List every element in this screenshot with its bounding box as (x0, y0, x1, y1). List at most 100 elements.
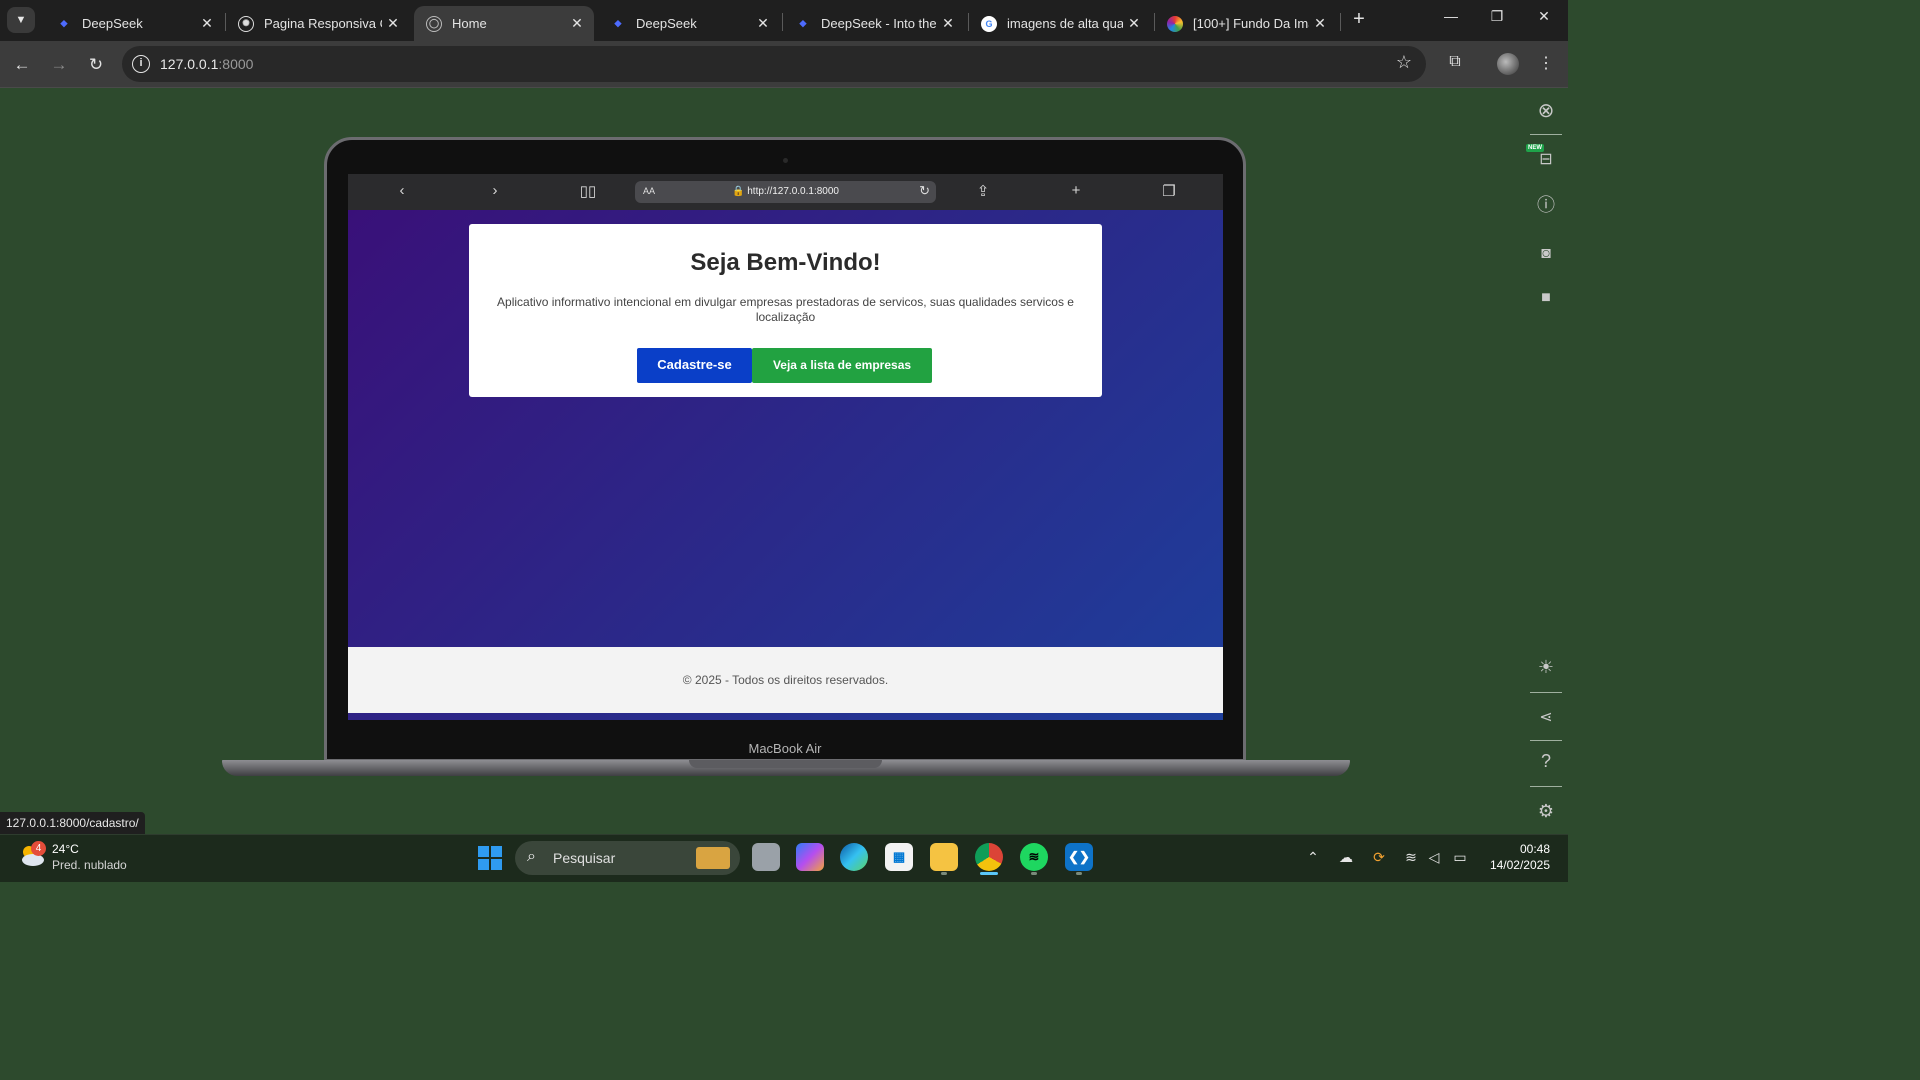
task-view-icon[interactable] (752, 843, 780, 871)
video-camera-icon[interactable]: ■ (1535, 287, 1557, 309)
settings-gear-icon[interactable]: ⚙ (1535, 800, 1557, 822)
windows-start-icon[interactable] (478, 846, 502, 870)
edge-browser-icon[interactable] (840, 843, 868, 871)
laptop-notch (689, 760, 882, 768)
microsoft-store-icon[interactable]: ▦ (885, 843, 913, 871)
safari-share-icon[interactable]: ⇪ (971, 182, 995, 200)
weather-description[interactable]: Pred. nublado (52, 858, 127, 872)
clock-date[interactable]: 14/02/2025 (1480, 858, 1550, 872)
weather-temperature[interactable]: 24°C (52, 842, 79, 856)
tab-deepseek-into[interactable]: ◆ DeepSeek - Into the ✕ (783, 6, 965, 41)
close-tab-icon[interactable]: ✕ (1123, 15, 1145, 32)
address-text: 127.0.0.1:8000 (160, 56, 253, 72)
tab-title: imagens de alta qual (1007, 16, 1123, 31)
chrome-icon[interactable] (975, 843, 1003, 871)
search-highlight-icon (696, 847, 730, 869)
globe-icon: ◯ (426, 15, 442, 32)
share-icon[interactable]: ⋖ (1535, 706, 1557, 728)
tab-home[interactable]: ◯ Home ✕ (414, 6, 594, 41)
running-indicator (941, 872, 947, 875)
spotify-icon[interactable]: ≋ (1020, 843, 1048, 871)
close-tab-icon[interactable]: ✕ (196, 15, 218, 32)
tray-chevron-up-icon[interactable]: ⌃ (1303, 849, 1323, 866)
tab-title: Home (452, 16, 487, 31)
company-list-button[interactable]: Veja a lista de empresas (752, 348, 932, 383)
onedrive-cloud-icon[interactable]: ☁ (1336, 849, 1356, 866)
close-tab-icon[interactable]: ✕ (566, 15, 588, 32)
signup-button[interactable]: Cadastre-se (637, 348, 752, 383)
reload-icon[interactable]: ↻ (84, 53, 108, 77)
deepseek-whale-icon: ◆ (614, 18, 622, 28)
vscode-icon[interactable]: ❮❯ (1065, 843, 1093, 871)
tab-deepseek-2[interactable]: ◆ DeepSeek ✕ (598, 6, 780, 41)
info-circle-icon[interactable]: ⓘ (1535, 193, 1557, 215)
tab-divider (1340, 13, 1341, 31)
tab-search-chevron-icon[interactable]: ▼ (7, 7, 35, 33)
welcome-card: Seja Bem-Vindo! Aplicativo informativo i… (469, 224, 1102, 397)
search-icon: ⌕ (527, 848, 536, 865)
tab-strip: ▼ ◆ DeepSeek ✕ ✺ Pagina Responsiva C ✕ ◯… (0, 0, 1568, 41)
taskbar-search[interactable]: ⌕ Pesquisar (515, 841, 740, 875)
sync-update-icon[interactable]: ⟳ (1369, 849, 1389, 866)
safari-toolbar: ‹ › ▯▯ AA 🔒 http://127.0.0.1:8000 ↻ ⇪ + … (348, 174, 1223, 210)
running-indicator (1076, 872, 1082, 875)
close-tab-icon[interactable]: ✕ (752, 15, 774, 32)
brightness-sun-icon[interactable]: ☀ (1535, 656, 1557, 678)
new-badge: NEW (1526, 144, 1544, 152)
address-bar[interactable]: i 127.0.0.1:8000 ☆ (122, 46, 1426, 82)
laptop-camera (783, 158, 788, 163)
close-tab-icon[interactable]: ✕ (382, 15, 404, 32)
battery-icon[interactable]: ▭ (1450, 849, 1470, 866)
deepseek-whale-icon: ◆ (799, 18, 807, 28)
safari-new-tab-plus-icon[interactable]: + (1064, 182, 1088, 199)
safari-reload-icon[interactable]: ↻ (919, 183, 930, 199)
link-status-url: 127.0.0.1:8000/cadastro/ (0, 812, 145, 834)
tab-fundo-imagem[interactable]: [100+] Fundo Da Ima ✕ (1155, 6, 1337, 41)
tab-title: DeepSeek (636, 16, 697, 31)
site-info-icon[interactable]: i (132, 55, 150, 73)
safari-bookmarks-book-icon[interactable]: ▯▯ (576, 182, 600, 200)
safari-forward-icon[interactable]: › (483, 182, 507, 199)
google-icon: G (981, 15, 997, 32)
help-question-icon[interactable]: ? (1535, 750, 1557, 772)
running-indicator (1031, 872, 1037, 875)
minimize-icon[interactable]: — (1436, 8, 1466, 24)
address-port: :8000 (218, 56, 254, 72)
wifi-icon[interactable]: ≋ (1401, 849, 1421, 866)
more-menu-icon[interactable]: ⋮ (1534, 53, 1558, 73)
chatgpt-icon: ✺ (238, 15, 254, 32)
browser-toolbar: ← → ↻ i 127.0.0.1:8000 ☆ ⧉ ⋮ (0, 41, 1568, 88)
tab-google-imagens[interactable]: G imagens de alta qual ✕ (969, 6, 1151, 41)
site-footer: © 2025 - Todos os direitos reservados. (348, 647, 1223, 713)
extensions-puzzle-icon[interactable]: ⧉ (1443, 53, 1467, 71)
forward-arrow-icon[interactable]: → (47, 53, 71, 77)
close-circle-icon[interactable]: ⊗ (1535, 99, 1557, 122)
safari-address-text: 🔒 http://127.0.0.1:8000 (732, 186, 839, 197)
emulated-screen: ‹ › ▯▯ AA 🔒 http://127.0.0.1:8000 ↻ ⇪ + … (348, 174, 1223, 720)
volume-icon[interactable]: ◁ (1424, 849, 1444, 866)
bookmark-star-icon[interactable]: ☆ (1396, 52, 1412, 73)
clock-time[interactable]: 00:48 (1490, 842, 1550, 856)
active-app-indicator (980, 872, 998, 875)
welcome-description: Aplicativo informativo intencional em di… (497, 295, 1074, 324)
panel-divider (1530, 740, 1562, 741)
file-explorer-icon[interactable] (930, 843, 958, 871)
new-tab-plus-icon[interactable]: + (1347, 8, 1371, 32)
restore-window-icon[interactable]: ❐ (1482, 8, 1512, 25)
copilot-icon[interactable] (796, 843, 824, 871)
panel-divider (1530, 692, 1562, 693)
safari-back-icon[interactable]: ‹ (390, 182, 414, 199)
tab-pagina-responsiva[interactable]: ✺ Pagina Responsiva C ✕ (226, 6, 410, 41)
tab-deepseek-1[interactable]: ◆ DeepSeek ✕ (44, 6, 224, 41)
deepseek-whale-icon: ◆ (60, 18, 68, 28)
close-tab-icon[interactable]: ✕ (937, 15, 959, 32)
safari-tabs-icon[interactable]: ❐ (1157, 182, 1181, 200)
close-tab-icon[interactable]: ✕ (1309, 15, 1331, 32)
back-arrow-icon[interactable]: ← (10, 53, 34, 77)
camera-icon[interactable]: ◙ (1535, 243, 1557, 265)
safari-address-bar[interactable]: AA 🔒 http://127.0.0.1:8000 ↻ (635, 181, 936, 203)
close-window-icon[interactable]: ✕ (1529, 8, 1559, 25)
device-label: MacBook Air (748, 741, 822, 756)
profile-avatar[interactable] (1497, 53, 1519, 75)
taskbar (0, 834, 1568, 882)
